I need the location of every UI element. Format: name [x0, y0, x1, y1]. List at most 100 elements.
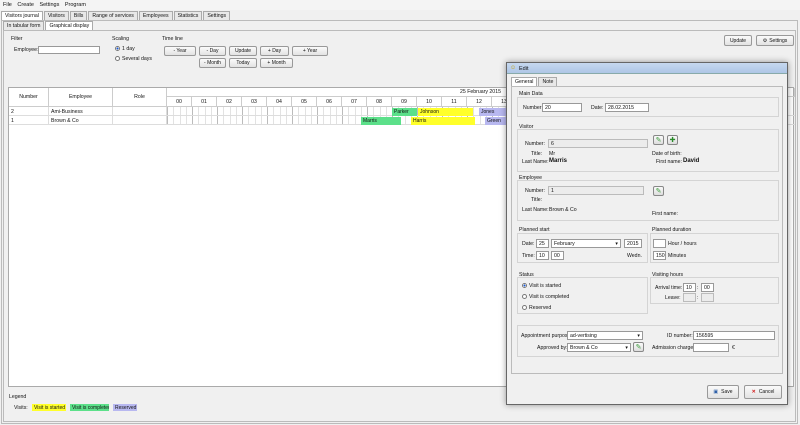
status-completed-label: Visit is completed [529, 294, 570, 300]
approved-select[interactable]: Brown & Co ▾ [567, 343, 631, 352]
menu-bar: File Create Settings Program [0, 0, 800, 10]
update-button[interactable]: Update [724, 35, 752, 46]
select-visitor-button[interactable]: ✎ [653, 135, 664, 145]
visit-bar[interactable]: Harris [411, 117, 475, 125]
hour-header-cell: 12 [467, 97, 492, 107]
employee-lastname-value: Brown & Co [549, 207, 577, 213]
dialog-tabs: General Note [511, 77, 558, 86]
tab-statistics[interactable]: Statistics [173, 11, 203, 20]
admission-charge-input[interactable] [693, 343, 729, 352]
status-started[interactable]: Visit is started [522, 283, 561, 289]
legend-started: Visit is started [32, 404, 66, 411]
duration-minutes-input[interactable]: 150 [653, 251, 666, 260]
start-time-label: Time: [522, 253, 535, 259]
hour-header-cell: 06 [317, 97, 342, 107]
status-reserved-label: Reserved [529, 305, 552, 311]
tab-visitors-journal[interactable]: Visitors journal [1, 11, 43, 20]
visit-bar[interactable]: Parker [392, 108, 417, 116]
minus-year-button[interactable]: - Year [164, 46, 196, 56]
tab-general[interactable]: General [511, 77, 538, 86]
visit-bar[interactable]: Marris [361, 117, 401, 125]
radio-completed-icon [522, 294, 527, 300]
employee-number-input[interactable]: 1 [548, 186, 644, 195]
purpose-select[interactable]: ad-vertising ▾ [567, 331, 643, 340]
row-number: 1 [9, 116, 49, 125]
cancel-button[interactable]: ✕ Cancel [744, 385, 782, 399]
leave-hour-input[interactable] [683, 293, 696, 302]
approved-value: Brown & Co [570, 344, 598, 351]
tab-employees[interactable]: Employees [138, 11, 173, 20]
add-visitor-button[interactable]: ✚ [667, 135, 678, 145]
employee-title-label: Title: [531, 197, 543, 203]
minus-month-button[interactable]: - Month [199, 58, 226, 68]
select-employee-button[interactable]: ✎ [653, 186, 664, 196]
visitor-lastname-label: Last Name: [522, 159, 549, 165]
col-number-header: Number [9, 88, 49, 107]
menu-create[interactable]: Create [17, 2, 34, 8]
employee-number-label: Number: [525, 188, 545, 194]
select-approver-button[interactable]: ✎ [633, 342, 644, 352]
tab-visitors[interactable]: Visitors [43, 11, 69, 20]
dialog-title: Edit [519, 66, 529, 72]
visitor-title-label: Title: [531, 151, 543, 157]
row-number: 2 [9, 107, 49, 116]
minus-day-button[interactable]: - Day [199, 46, 226, 56]
tab-settings[interactable]: Settings [203, 11, 231, 20]
main-date-input[interactable]: 28.02.2015 [605, 103, 649, 112]
filter-title: Filter [11, 36, 23, 42]
plus-year-button[interactable]: + Year [292, 46, 328, 56]
timeline-title: Time line [162, 36, 183, 42]
purpose-label: Appointment purpose: [521, 333, 572, 339]
cancel-label: Cancel [758, 389, 775, 395]
scaling-several-days[interactable]: Several days [115, 56, 152, 62]
appointment-box [517, 325, 779, 357]
menu-file[interactable]: File [3, 2, 12, 8]
arrival-hour-input[interactable]: 10 [683, 283, 696, 292]
plus-month-button[interactable]: + Month [260, 58, 293, 68]
status-started-label: Visit is started [529, 283, 562, 289]
tab-note[interactable]: Note [538, 77, 558, 86]
start-hour-input[interactable]: 10 [536, 251, 549, 260]
cancel-icon: ✕ [751, 389, 756, 395]
visitor-dob-label: Date of birth: [652, 151, 682, 157]
save-label: Save [721, 389, 733, 395]
tab-range-of-services[interactable]: Range of services [88, 11, 138, 20]
visitor-number-input[interactable]: 6 [548, 139, 648, 148]
leave-label: Leave: [665, 295, 681, 301]
main-date-label: Date: [591, 105, 604, 111]
scaling-1day[interactable]: 1 day [115, 46, 135, 52]
dialog-titlebar[interactable]: ☺ Edit [507, 63, 787, 74]
id-number-input[interactable]: 156595 [693, 331, 775, 340]
visit-bar[interactable]: Jones [479, 108, 507, 116]
menu-program[interactable]: Program [65, 2, 86, 8]
today-button[interactable]: Today [229, 58, 257, 68]
tab-graphical[interactable]: Graphical display [45, 21, 94, 30]
arrival-minute-input[interactable]: 00 [701, 283, 714, 292]
tab-tabular[interactable]: In tabular form [3, 21, 45, 30]
timeline-update-button[interactable]: Update [229, 46, 257, 56]
hour-header-cell: 03 [242, 97, 267, 107]
leave-minute-input[interactable] [701, 293, 714, 302]
main-number-input[interactable]: 20 [542, 103, 582, 112]
status-reserved[interactable]: Reserved [522, 305, 551, 311]
settings-button[interactable]: ⚙ Settings [756, 35, 794, 46]
start-minute-input[interactable]: 00 [551, 251, 564, 260]
row-employee: Ami-Business [49, 107, 113, 116]
settings-icon: ⚙ [762, 37, 768, 44]
plus-day-button[interactable]: + Day [260, 46, 289, 56]
hour-header-cell: 01 [192, 97, 217, 107]
visit-bar[interactable]: Johnson [418, 108, 473, 116]
menu-settings[interactable]: Settings [39, 2, 59, 8]
visit-bar[interactable]: Green [485, 117, 507, 125]
employee-filter-input[interactable] [38, 46, 100, 54]
tab-bills[interactable]: Bills [69, 11, 88, 20]
settings-button-label: Settings [769, 37, 788, 44]
start-month-select[interactable]: February ▾ [551, 239, 621, 248]
status-completed[interactable]: Visit is completed [522, 294, 569, 300]
user-pick-icon: ✎ [635, 344, 642, 351]
save-button[interactable]: ▣ Save [707, 385, 739, 399]
employee-firstname-label: First name: [652, 211, 678, 217]
start-year-input[interactable]: 2015 [624, 239, 642, 248]
duration-hours-input[interactable] [653, 239, 666, 248]
start-day-input[interactable]: 25 [536, 239, 549, 248]
